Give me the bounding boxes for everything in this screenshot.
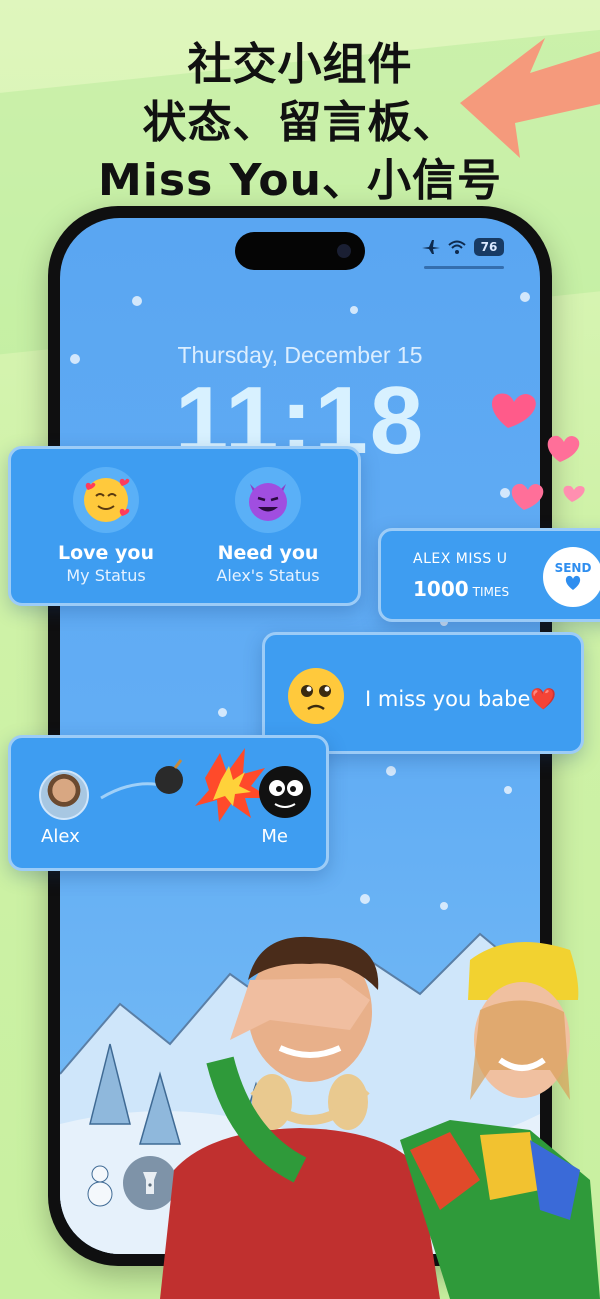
headline-line-1: 社交小组件	[187, 39, 413, 90]
bomb-explosion-icon	[100, 748, 311, 822]
my-status-label: My Status	[66, 566, 146, 585]
pleading-face-icon	[287, 667, 345, 729]
wifi-icon	[448, 240, 466, 254]
miss-label: ALEX MISS U	[413, 551, 508, 567]
smiling-face-with-horns-icon	[235, 467, 301, 533]
my-status-title: Love you	[57, 542, 154, 564]
hearts-decoration-icon	[491, 393, 585, 510]
receiver-name: Me	[261, 826, 288, 847]
headline-line-2: 状态、留言板、	[142, 97, 458, 148]
signal-widget[interactable]: Alex Me	[8, 735, 329, 871]
miss-count: 1000 TIMES	[413, 577, 509, 601]
partner-status[interactable]: Need you Alex's Status	[183, 467, 353, 587]
snowflake	[504, 786, 512, 794]
snowflake	[218, 708, 227, 717]
send-button[interactable]: SEND	[543, 547, 600, 607]
miss-count-unit: TIMES	[472, 585, 510, 599]
miss-you-widget[interactable]: ALEX MISS U 1000 TIMES SEND	[378, 528, 600, 622]
snowflake	[350, 306, 358, 314]
snowflake	[386, 766, 396, 776]
send-label: SEND	[554, 561, 592, 575]
snowflake	[70, 354, 80, 364]
headline-line-3: Miss You、小信号	[98, 155, 502, 206]
page-headline: 社交小组件 状态、留言板、 Miss You、小信号	[0, 36, 600, 210]
snowflake	[132, 296, 142, 306]
partner-status-title: Need you	[217, 542, 319, 564]
status-bar: 76	[422, 238, 504, 256]
airplane-icon	[422, 240, 440, 254]
my-status[interactable]: Love you My Status	[21, 467, 191, 587]
sender-name: Alex	[41, 826, 80, 847]
lockscreen-date: Thursday, December 15	[177, 342, 423, 368]
couple-photo	[160, 936, 600, 1299]
heart-icon	[565, 575, 581, 590]
status-widget[interactable]: Love you My Status Need you Alex's Statu…	[8, 446, 361, 606]
partner-status-label: Alex's Status	[216, 566, 320, 585]
snowflake	[520, 292, 530, 302]
status-underline	[424, 266, 504, 269]
avatar	[39, 770, 89, 820]
dynamic-island	[235, 232, 365, 270]
message-text: I miss you babe❤️	[365, 687, 557, 711]
battery-indicator: 76	[474, 238, 504, 256]
miss-count-value: 1000	[413, 577, 469, 601]
camera-icon	[337, 244, 351, 258]
smiling-face-with-hearts-icon	[73, 467, 139, 533]
